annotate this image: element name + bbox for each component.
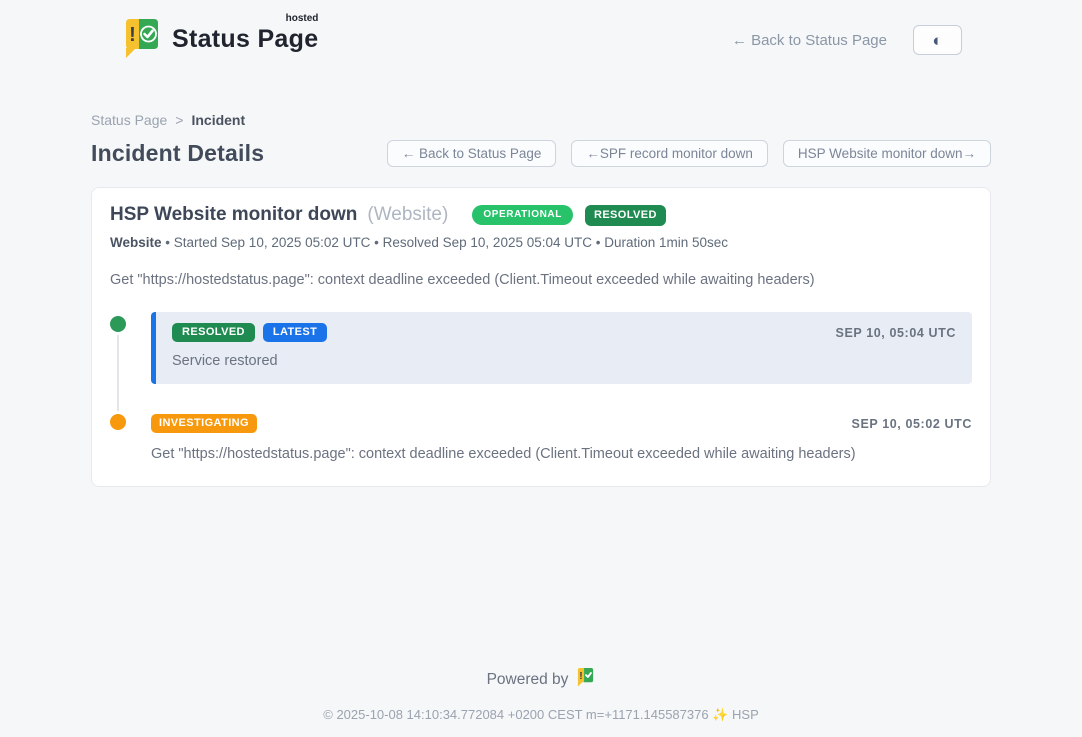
svg-text:!: ! [129,24,136,46]
incident-monitor-name: (Website) [367,204,448,226]
incident-nav-buttons: ← Back to Status Page ←SPF record monito… [387,140,991,167]
resolved-badge: RESOLVED [172,323,255,342]
incident-meta-details: • Started Sep 10, 2025 05:02 UTC • Resol… [165,235,728,250]
sparkles-icon: ✨ [712,707,728,722]
incident-service-name: Website [110,235,162,250]
breadcrumb-incident: Incident [191,112,245,128]
theme-toggle-button[interactable]: ◐ [913,25,962,55]
app-logo[interactable]: ! Status Page hosted [122,17,318,64]
timeline-item-investigating: INVESTIGATING SEP 10, 05:02 UTC Get "htt… [110,414,972,462]
next-incident-button[interactable]: HSP Website monitor down→ [783,140,991,167]
breadcrumb: Status Page > Incident [91,112,991,128]
svg-text:!: ! [580,671,583,682]
latest-badge: LATEST [263,323,327,342]
status-page-logo-icon: ! [122,17,162,64]
timeline-timestamp: SEP 10, 05:04 UTC [836,326,956,340]
operational-status-badge: OPERATIONAL [472,205,573,225]
resolved-state-badge: RESOLVED [585,205,666,226]
timeline-dot-orange [110,414,126,430]
back-to-status-page-link[interactable]: ← Back to Status Page [732,32,887,49]
timeline-item-resolved: RESOLVED LATEST SEP 10, 05:04 UTC Servic… [110,312,972,384]
copyright-brand: HSP [732,707,759,722]
page-footer: Powered by ! © 2025-10-08 14:10:34.77208… [0,667,1082,723]
timeline-message: Service restored [172,353,956,369]
powered-by[interactable]: Powered by ! [0,667,1082,692]
incident-title: HSP Website monitor down [110,204,357,226]
timeline-message: Get "https://hostedstatus.page": context… [151,446,972,462]
copyright-text: © 2025-10-08 14:10:34.772084 +0200 CEST … [323,707,708,722]
page-title: Incident Details [91,140,264,167]
powered-by-logo-icon: ! [576,667,595,692]
incident-meta: Website • Started Sep 10, 2025 05:02 UTC… [110,235,972,250]
prev-incident-button[interactable]: ←SPF record monitor down [571,140,768,167]
incident-description: Get "https://hostedstatus.page": context… [110,272,972,288]
breadcrumb-status-page[interactable]: Status Page [91,112,167,128]
half-circle-icon: ◐ [932,32,942,49]
powered-by-label: Powered by [487,671,569,689]
investigating-badge: INVESTIGATING [151,414,257,433]
incident-timeline: RESOLVED LATEST SEP 10, 05:04 UTC Servic… [110,312,972,462]
incident-card: HSP Website monitor down (Website) OPERA… [91,187,991,487]
breadcrumb-separator: > [175,112,183,128]
logo-hosted-label: hosted [286,13,319,24]
back-to-status-page-button[interactable]: ← Back to Status Page [387,140,557,167]
logo-text: Status Page [172,25,318,53]
timeline-dot-green [110,316,126,332]
app-header: ! Status Page hosted ← Back to Status Pa… [0,0,1082,64]
copyright-line: © 2025-10-08 14:10:34.772084 +0200 CEST … [0,707,1082,723]
timeline-timestamp: SEP 10, 05:02 UTC [852,417,972,431]
timeline-latest-panel: RESOLVED LATEST SEP 10, 05:04 UTC Servic… [151,312,972,384]
main-content: Status Page > Incident Incident Details … [91,112,991,487]
